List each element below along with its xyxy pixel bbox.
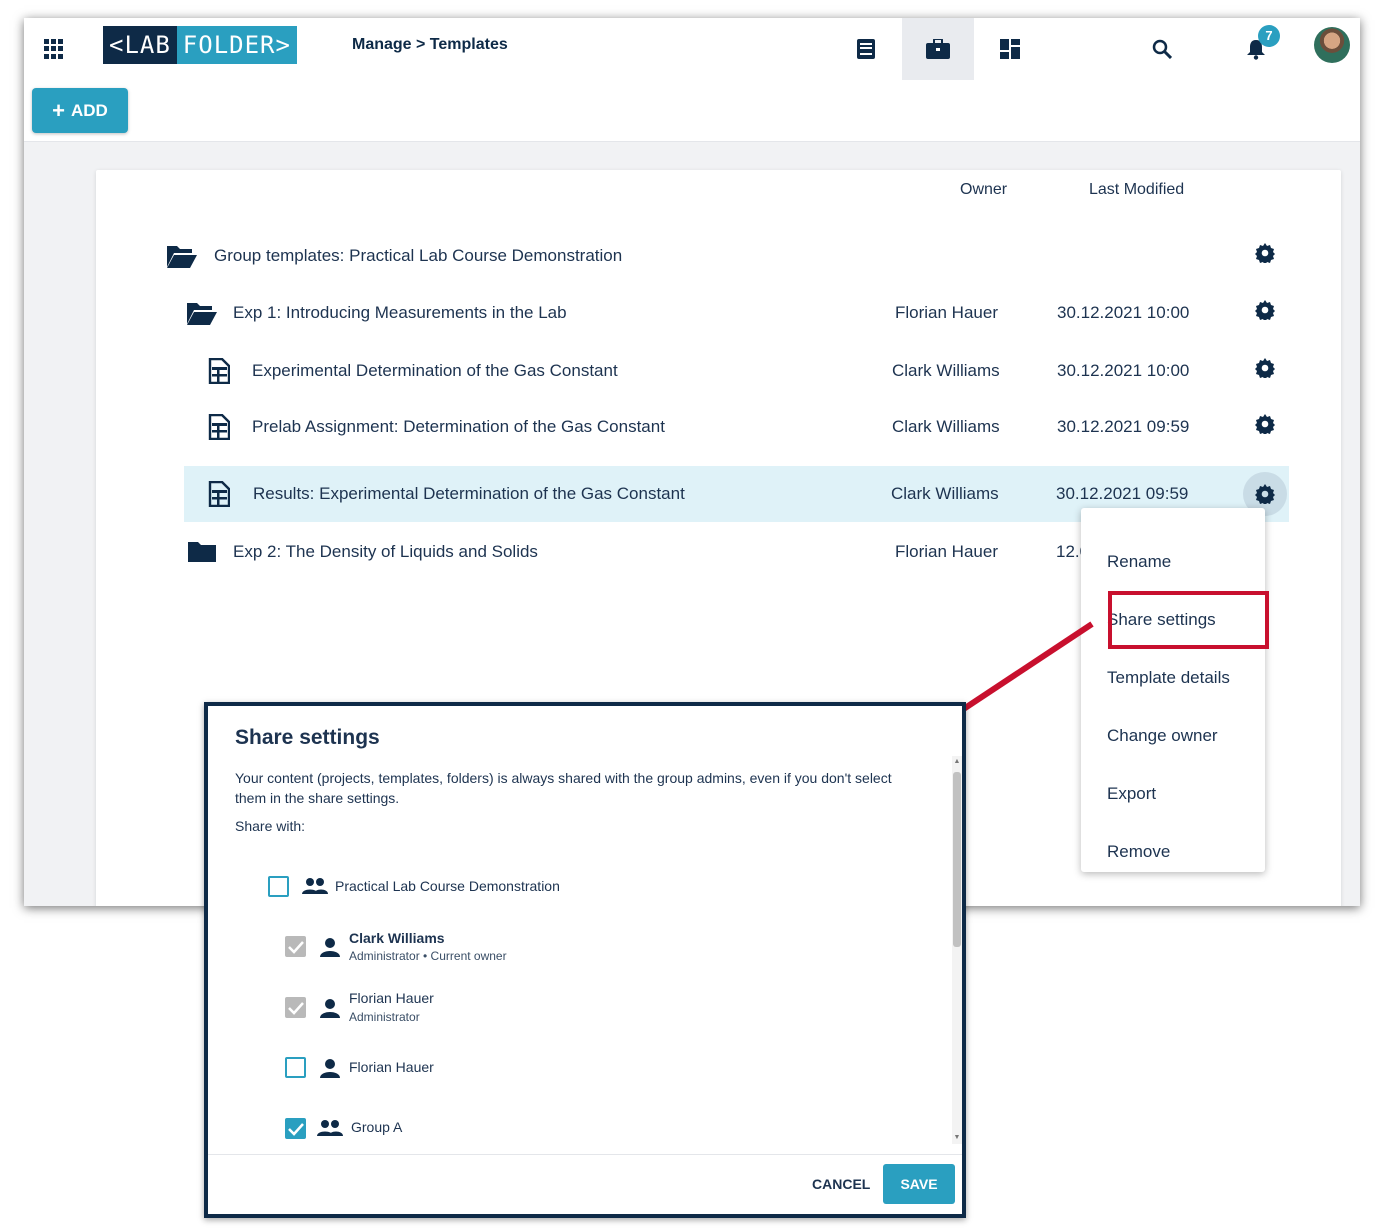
row-settings-button[interactable]: [1243, 231, 1287, 275]
row-settings-button[interactable]: [1243, 288, 1287, 332]
gear-icon: [1255, 243, 1275, 263]
scrollbar-thumb[interactable]: [953, 772, 961, 947]
share-checkbox-user[interactable]: [285, 997, 306, 1018]
menu-item-export[interactable]: Export: [1107, 784, 1156, 804]
gear-icon: [1255, 300, 1275, 320]
table-row[interactable]: Exp 1: Introducing Measurements in the L…: [160, 285, 1265, 341]
template-icon: [208, 466, 230, 522]
dashboard-nav-button[interactable]: [974, 18, 1046, 80]
share-entry-name: Florian Hauer: [349, 990, 434, 1006]
briefcase-icon: [926, 39, 950, 59]
user-avatar[interactable]: [1314, 27, 1350, 63]
share-entry-role: Administrator: [349, 1010, 420, 1024]
folder-open-icon: [186, 285, 218, 341]
dashboard-icon: [1000, 39, 1020, 59]
share-entry-name: Florian Hauer: [349, 1059, 434, 1075]
notebook-icon: [857, 39, 875, 59]
share-entry-name: Practical Lab Course Demonstration: [335, 878, 560, 894]
share-entry-role: Administrator • Current owner: [349, 949, 507, 963]
dialog-title: Share settings: [235, 726, 380, 749]
dialog-footer-divider: [208, 1154, 962, 1155]
highlight-box: [1108, 591, 1269, 649]
menu-item-change-owner[interactable]: Change owner: [1107, 726, 1218, 746]
apps-grid-icon[interactable]: [44, 39, 64, 59]
top-bar: <LAB FOLDER> Manage > Templates 7 + ADD: [24, 18, 1360, 142]
share-checkbox-user[interactable]: [285, 1057, 306, 1078]
search-icon: [1152, 39, 1172, 59]
template-icon: [208, 399, 230, 455]
notification-badge: 7: [1258, 25, 1280, 47]
menu-item-template-details[interactable]: Template details: [1107, 668, 1230, 688]
menu-item-rename[interactable]: Rename: [1107, 552, 1171, 572]
row-name: Group templates: Practical Lab Course De…: [214, 246, 623, 265]
share-entry-name: Clark Williams: [349, 930, 445, 946]
templates-nav-button[interactable]: [902, 18, 974, 80]
share-checkbox-user[interactable]: [285, 936, 306, 957]
row-settings-button[interactable]: [1243, 402, 1287, 446]
share-settings-dialog: Share settings Your content (projects, t…: [204, 702, 966, 1218]
table-row[interactable]: Prelab Assignment: Determination of the …: [160, 399, 1265, 455]
save-button[interactable]: SAVE: [883, 1164, 955, 1204]
row-name: Experimental Determination of the Gas Co…: [252, 361, 618, 380]
notebook-nav-button[interactable]: [830, 18, 902, 80]
search-button[interactable]: [1142, 18, 1182, 80]
share-with-label: Share with:: [235, 818, 306, 834]
row-modified: 30.12.2021 10:00: [1057, 303, 1190, 322]
share-checkbox-group[interactable]: [285, 1118, 306, 1139]
menu-item-remove[interactable]: Remove: [1107, 842, 1170, 862]
row-modified: 30.12.2021 09:59: [1057, 417, 1190, 436]
row-owner: Florian Hauer: [895, 542, 998, 561]
row-name: Exp 2: The Density of Liquids and Solids: [233, 542, 538, 561]
plus-icon: +: [52, 97, 65, 123]
labfolder-logo[interactable]: <LAB FOLDER>: [103, 26, 297, 64]
share-entry-name: Group A: [351, 1119, 403, 1135]
person-icon: [320, 938, 340, 957]
cancel-button[interactable]: CANCEL: [812, 1176, 870, 1192]
gear-icon: [1255, 414, 1275, 434]
folder-open-icon: [166, 228, 198, 284]
person-icon: [320, 1059, 340, 1078]
table-row[interactable]: Experimental Determination of the Gas Co…: [160, 343, 1265, 399]
logo-left-part: <LAB: [103, 26, 177, 64]
row-owner: Clark Williams: [892, 417, 1000, 436]
group-icon: [302, 878, 328, 894]
row-modified: 30.12.2021 10:00: [1057, 361, 1190, 380]
gear-icon: [1255, 358, 1275, 378]
owner-column-header: Owner: [960, 181, 1008, 198]
row-owner: Clark Williams: [891, 484, 999, 503]
group-icon: [317, 1120, 343, 1136]
dialog-description: Your content (projects, templates, folde…: [235, 770, 892, 806]
logo-right-part: FOLDER>: [176, 26, 297, 64]
row-settings-button[interactable]: [1243, 346, 1287, 390]
row-name: Results: Experimental Determination of t…: [253, 484, 685, 503]
row-owner: Florian Hauer: [895, 303, 998, 322]
table-row[interactable]: Group templates: Practical Lab Course De…: [160, 228, 1265, 284]
scroll-down-icon[interactable]: ▼: [953, 1134, 961, 1142]
row-name: Prelab Assignment: Determination of the …: [252, 417, 665, 436]
row-owner: Clark Williams: [892, 361, 1000, 380]
person-icon: [320, 999, 340, 1018]
breadcrumb: Manage > Templates: [352, 36, 508, 53]
template-icon: [208, 343, 230, 399]
add-button[interactable]: + ADD: [32, 88, 128, 133]
folder-icon: [187, 524, 217, 580]
last-modified-column-header: Last Modified: [1089, 181, 1185, 198]
share-checkbox-group[interactable]: [268, 876, 289, 897]
add-button-label: ADD: [71, 100, 108, 120]
gear-icon: [1255, 484, 1275, 504]
context-menu: Rename Share settings Template details C…: [1081, 508, 1265, 872]
scroll-up-icon[interactable]: ▲: [953, 758, 961, 766]
row-name: Exp 1: Introducing Measurements in the L…: [233, 303, 567, 322]
